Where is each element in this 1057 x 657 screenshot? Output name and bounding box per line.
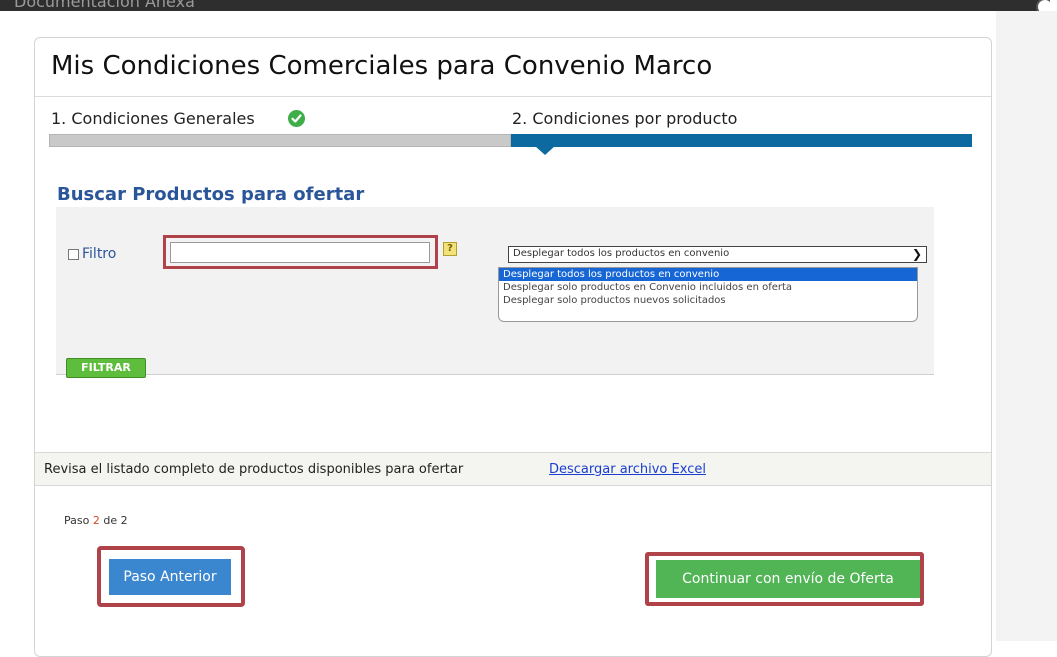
step-2-label: 2. Condiciones por producto	[512, 109, 738, 128]
help-icon[interactable]: ?	[443, 242, 457, 256]
filter-label: Filtro	[82, 246, 117, 262]
scroll-handle-icon[interactable]	[1036, 0, 1050, 11]
continue-offer-button[interactable]: Continuar con envío de Oferta	[656, 560, 920, 598]
check-circle-icon	[288, 110, 305, 127]
progress-pointer-icon	[535, 146, 555, 155]
filter-checkbox[interactable]	[68, 249, 79, 260]
top-bar-title: Documentación Anexa	[14, 0, 195, 11]
product-scope-select[interactable]: Desplegar todos los productos en conveni…	[508, 246, 927, 263]
download-excel-link[interactable]: Descargar archivo Excel	[549, 462, 706, 477]
step-1-label: 1. Condiciones Generales	[51, 109, 255, 128]
step-counter-total: 2	[120, 514, 128, 527]
info-text: Revisa el listado completo de productos …	[44, 462, 464, 477]
step-counter-current: 2	[92, 514, 100, 527]
filter-button[interactable]: FILTRAR	[66, 358, 146, 378]
dropdown-option[interactable]: Desplegar solo productos nuevos solicita…	[499, 294, 917, 307]
previous-step-button[interactable]: Paso Anterior	[109, 559, 231, 595]
product-scope-dropdown: Desplegar todos los productos en conveni…	[498, 267, 918, 322]
main-card: Mis Condiciones Comerciales para Conveni…	[34, 37, 992, 657]
progress-step-1	[49, 134, 511, 147]
progress-step-2-active	[511, 134, 972, 147]
chevron-down-icon: ❯	[911, 247, 922, 261]
step-counter: Paso 2 de 2	[64, 514, 128, 527]
divider	[35, 96, 991, 97]
step-counter-prefix: Paso	[64, 514, 90, 527]
page-title: Mis Condiciones Comerciales para Conveni…	[51, 51, 713, 81]
info-strip: Revisa el listado completo de productos …	[35, 452, 991, 486]
dropdown-option[interactable]: Desplegar solo productos en Convenio inc…	[499, 281, 917, 294]
top-bar: Documentación Anexa	[0, 0, 1050, 11]
search-section-title: Buscar Productos para ofertar	[57, 184, 365, 205]
right-rail	[996, 11, 1057, 641]
product-scope-select-value: Desplegar todos los productos en conveni…	[513, 248, 730, 259]
filter-panel: Filtro ? Desplegar todos los productos e…	[56, 207, 934, 378]
filter-input[interactable]	[170, 242, 430, 263]
step-counter-mid: de	[103, 514, 118, 527]
dropdown-option[interactable]: Desplegar todos los productos en conveni…	[499, 268, 917, 281]
